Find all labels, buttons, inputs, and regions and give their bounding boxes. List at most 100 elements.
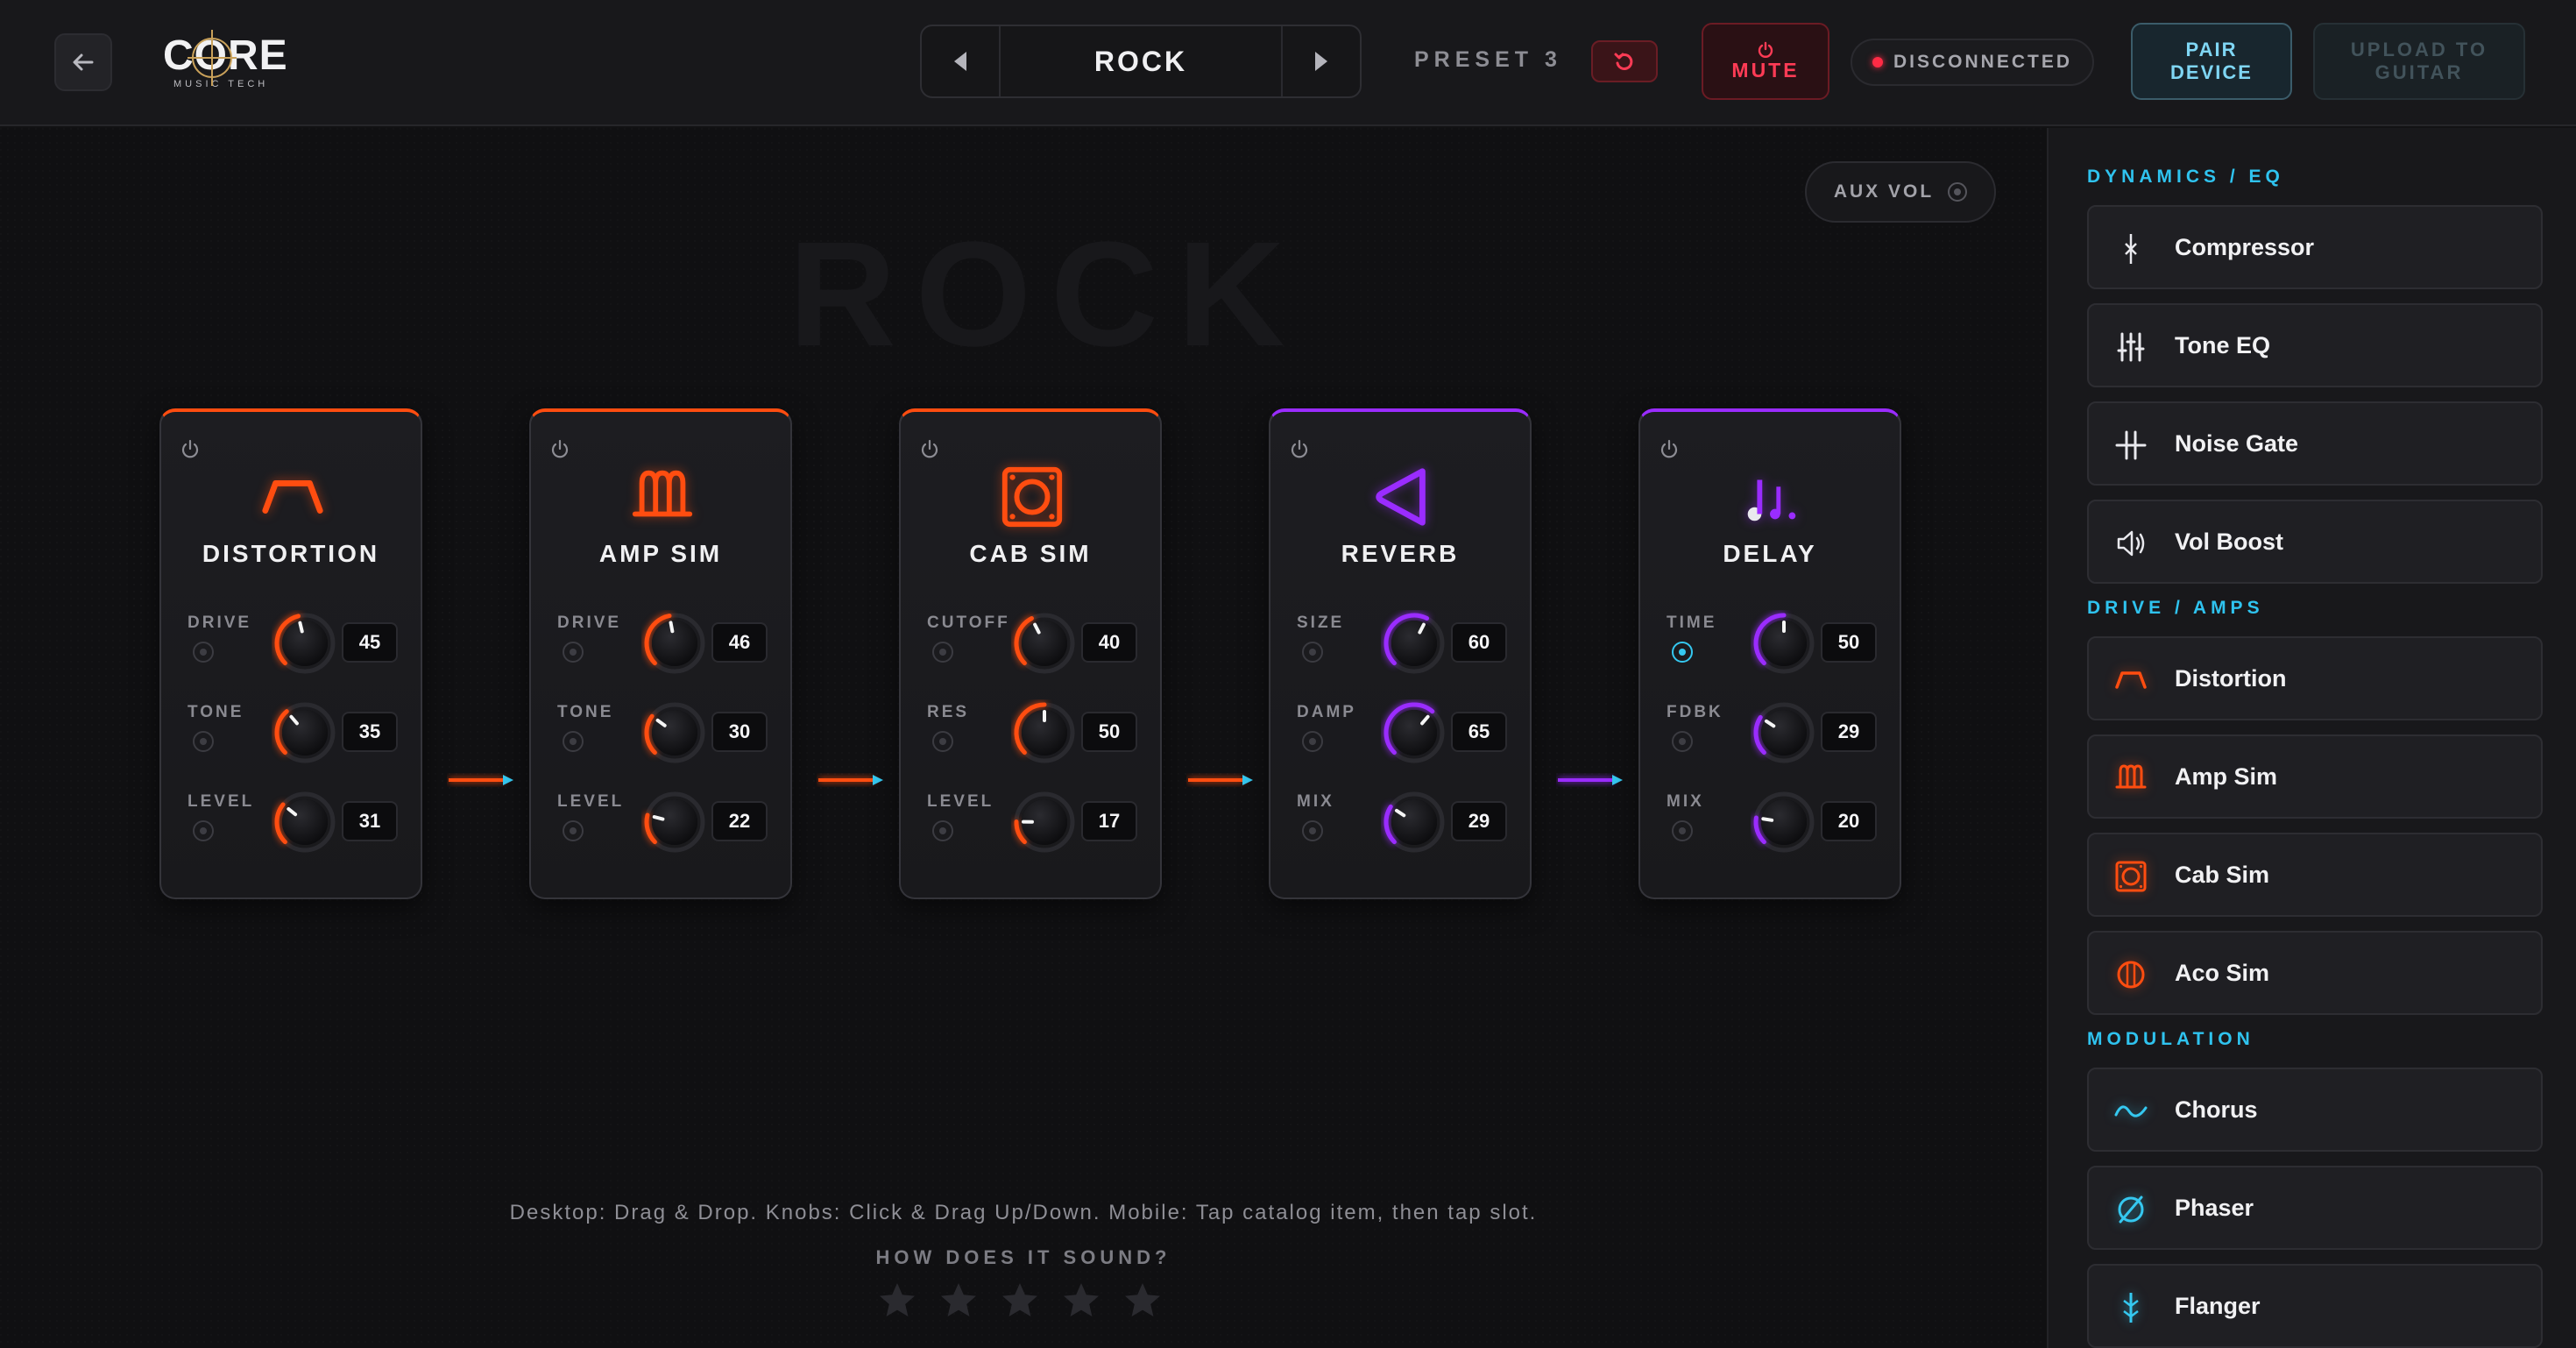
- compressor-icon: [2112, 230, 2150, 268]
- catalog-item-label: Flanger: [2175, 1292, 2261, 1319]
- star-icon[interactable]: [1122, 1280, 1164, 1322]
- upload-label: UPLOAD TO GUITAR: [2350, 39, 2488, 83]
- modulation-led-icon[interactable]: [932, 731, 953, 752]
- amp-sim-icon: [2112, 759, 2150, 798]
- speaker-icon: [2112, 524, 2150, 563]
- catalog-item-chorus[interactable]: Chorus: [2087, 1068, 2543, 1152]
- catalog-item-phaser[interactable]: Phaser: [2087, 1166, 2543, 1250]
- modulation-led-icon[interactable]: [193, 642, 214, 663]
- param-drive: DRIVE 46: [531, 610, 794, 685]
- param-value: 22: [711, 801, 768, 841]
- pedal-distortion[interactable]: DISTORTION DRIVE 45 TONE 35 LEVEL 31: [159, 408, 422, 899]
- catalog-item-flanger[interactable]: Flanger: [2087, 1264, 2543, 1348]
- modulation-led-icon[interactable]: [563, 642, 584, 663]
- knob[interactable]: [1381, 699, 1447, 766]
- next-preset-button[interactable]: [1281, 26, 1360, 96]
- power-icon[interactable]: [1658, 438, 1681, 461]
- param-value: 31: [342, 801, 398, 841]
- catalog-item-amp-sim[interactable]: Amp Sim: [2087, 734, 2543, 819]
- modulation-led-icon[interactable]: [193, 731, 214, 752]
- noise-gate-icon: [2112, 426, 2150, 465]
- pedal-reverb[interactable]: REVERB SIZE 60 DAMP 65 MIX 29: [1269, 408, 1532, 899]
- modulation-led-icon[interactable]: [1672, 820, 1693, 841]
- param-level: LEVEL 31: [161, 789, 424, 864]
- star-icon[interactable]: [938, 1280, 980, 1322]
- param-damp: DAMP 65: [1270, 699, 1533, 775]
- knob[interactable]: [1011, 789, 1078, 855]
- reset-icon: [1614, 53, 1633, 70]
- power-icon[interactable]: [918, 438, 941, 461]
- param-value: 45: [342, 622, 398, 663]
- modulation-led-icon[interactable]: [1302, 642, 1323, 663]
- modulation-led-icon[interactable]: [563, 731, 584, 752]
- previous-preset-button[interactable]: [922, 26, 1001, 96]
- modulation-led-icon[interactable]: [1672, 731, 1693, 752]
- power-icon[interactable]: [548, 438, 571, 461]
- knob[interactable]: [1011, 610, 1078, 677]
- knob[interactable]: [272, 610, 338, 677]
- upload-to-guitar-button[interactable]: UPLOAD TO GUITAR: [2313, 23, 2525, 100]
- param-label: MIX: [1297, 792, 1334, 811]
- power-icon[interactable]: [179, 438, 202, 461]
- catalog-item-label: Chorus: [2175, 1096, 2258, 1123]
- catalog-item-label: Vol Boost: [2175, 528, 2283, 555]
- catalog-item-label: Noise Gate: [2175, 429, 2299, 457]
- modulation-led-icon[interactable]: [563, 820, 584, 841]
- param-label: LEVEL: [927, 792, 994, 811]
- catalog-item-distortion[interactable]: Distortion: [2087, 636, 2543, 720]
- catalog-item-label: Aco Sim: [2175, 959, 2270, 986]
- catalog-item-compressor[interactable]: Compressor: [2087, 205, 2543, 289]
- knob[interactable]: [272, 699, 338, 766]
- modulation-led-icon[interactable]: [932, 820, 953, 841]
- aux-volume-control[interactable]: AUX VOL: [1805, 161, 1996, 223]
- back-button[interactable]: [54, 33, 112, 91]
- knob[interactable]: [641, 610, 708, 677]
- param-value: 46: [711, 622, 768, 663]
- param-label: LEVEL: [188, 792, 255, 811]
- star-icon[interactable]: [876, 1280, 918, 1322]
- distortion-icon: [2112, 661, 2150, 699]
- pedal-cab-sim[interactable]: CAB SIM CUTOFF 40 RES 50 LEVEL 17: [899, 408, 1162, 899]
- modulation-led-icon[interactable]: [1302, 731, 1323, 752]
- modulation-led-icon[interactable]: [932, 642, 953, 663]
- pedalboard-area: ROCK AUX VOL DISTORTION DRIVE 45 TONE 35: [0, 128, 2047, 1348]
- param-tone: TONE 35: [161, 699, 424, 775]
- reset-preset-button[interactable]: [1591, 40, 1658, 82]
- mute-button[interactable]: MUTE: [1702, 23, 1829, 100]
- param-label: CUTOFF: [927, 614, 1010, 632]
- status-dot-icon: [1872, 57, 1883, 67]
- pedal-delay[interactable]: DELAY TIME 50 FDBK 29 MIX 20: [1638, 408, 1901, 899]
- param-label: LEVEL: [557, 792, 625, 811]
- cab-sim-icon: [993, 458, 1072, 536]
- knob[interactable]: [1381, 789, 1447, 855]
- knob[interactable]: [641, 699, 708, 766]
- pedal-title: CAB SIM: [969, 540, 1092, 567]
- knob[interactable]: [1751, 789, 1817, 855]
- param-drive: DRIVE 45: [161, 610, 424, 685]
- star-icon[interactable]: [1060, 1280, 1102, 1322]
- param-level: LEVEL 22: [531, 789, 794, 864]
- modulation-led-icon[interactable]: [1302, 820, 1323, 841]
- knob[interactable]: [272, 789, 338, 855]
- catalog-item-label: Distortion: [2175, 664, 2287, 692]
- catalog-item-label: Phaser: [2175, 1194, 2254, 1221]
- catalog-item-vol-boost[interactable]: Vol Boost: [2087, 500, 2543, 584]
- pair-device-button[interactable]: PAIR DEVICE: [2131, 23, 2292, 100]
- pedal-amp-sim[interactable]: AMP SIM DRIVE 46 TONE 30 LEVEL 22: [529, 408, 792, 899]
- star-icon[interactable]: [999, 1280, 1041, 1322]
- power-icon[interactable]: [1288, 438, 1311, 461]
- catalog-item-tone-eq[interactable]: Tone EQ: [2087, 303, 2543, 387]
- modulation-led-icon[interactable]: [1672, 642, 1693, 663]
- knob[interactable]: [1751, 610, 1817, 677]
- catalog-item-label: Amp Sim: [2175, 763, 2278, 790]
- knob[interactable]: [1011, 699, 1078, 766]
- knob[interactable]: [1751, 699, 1817, 766]
- param-value: 65: [1451, 712, 1507, 752]
- modulation-led-icon[interactable]: [193, 820, 214, 841]
- aux-volume-label: AUX VOL: [1833, 181, 1935, 202]
- catalog-item-cab-sim[interactable]: Cab Sim: [2087, 833, 2543, 917]
- catalog-item-noise-gate[interactable]: Noise Gate: [2087, 401, 2543, 486]
- knob[interactable]: [1381, 610, 1447, 677]
- catalog-item-aco-sim[interactable]: Aco Sim: [2087, 931, 2543, 1015]
- knob[interactable]: [641, 789, 708, 855]
